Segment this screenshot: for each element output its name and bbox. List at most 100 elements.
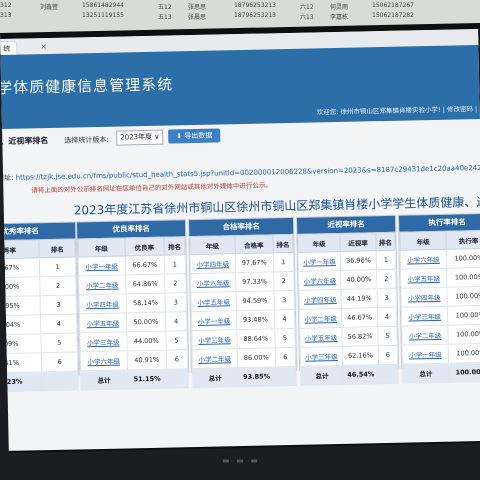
column-header: 年级: [297, 233, 341, 253]
table-cell: 5: [41, 332, 78, 353]
grade-link[interactable]: 小学四年级: [79, 293, 127, 314]
ranking-table: 年级 优良率 排名 小学一年级 66.67% 1 小学二年级 64.86% 2 小学四年级 58.1…: [77, 236, 189, 390]
grade-link[interactable]: 小学四年级: [299, 289, 342, 310]
grade-link[interactable]: 小学一年级: [191, 310, 237, 331]
table-cell: 3: [273, 290, 295, 310]
table-cell: 6: [378, 345, 398, 365]
user-info[interactable]: 欢迎您: 徐州市铜山区郑集镇肖楼实验小学! | 修改密码 | 退: [317, 103, 480, 117]
total-cell: 100.00%: [448, 362, 480, 383]
desk-paper-cell: 李嘉栋: [330, 14, 349, 21]
grade-link[interactable]: 小学二年级: [401, 325, 449, 346]
grade-link[interactable]: 小学三年级: [300, 346, 343, 367]
table-cell: 86.00%: [237, 347, 276, 368]
table-cell: 2: [40, 275, 77, 296]
grade-link[interactable]: 小学二年级: [192, 348, 238, 369]
table-cell: 64.86%: [125, 274, 166, 294]
table-cell: 6: [274, 347, 296, 367]
monitor-logo: ▬ ▬ ▬: [222, 456, 260, 465]
table-cell: 40.00%: [340, 269, 377, 290]
table-row: 小学三年级 44.00% 5: [79, 330, 188, 352]
export-button[interactable]: ⬇ 导出数据: [168, 128, 221, 144]
table-cell: 5: [377, 326, 398, 346]
table-cell: 100.00%: [447, 324, 480, 345]
export-label: 导出数据: [184, 131, 213, 141]
table-cell: 4: [274, 309, 295, 329]
year-select[interactable]: 2023年度 ∨: [116, 129, 164, 146]
grade-link[interactable]: 小学三年级: [79, 331, 127, 352]
table-cell: 66.67%: [124, 255, 165, 275]
panel-title: 执行率排名: [398, 213, 480, 232]
grade-link[interactable]: 小学五年级: [79, 312, 127, 333]
grade-link[interactable]: 小学六年级: [80, 350, 128, 371]
grade-link[interactable]: 小学一年级: [402, 344, 449, 365]
table-cell: 20.00%: [0, 276, 41, 298]
grade-link[interactable]: 小学一年级: [78, 255, 126, 276]
table-cell: 62.16%: [342, 345, 379, 366]
table-row: 小学四年级 100.00%: [400, 286, 480, 308]
table-cell: 36.96%: [340, 250, 377, 271]
ranking-table: 优秀率 排名 26.67% 1 20.00% 2 13.95% 3 13.04% 4 9.09% 5 5…: [0, 238, 79, 393]
desk-paper-cell: 18796253213: [234, 12, 276, 19]
table-cell: 44.00%: [126, 331, 167, 351]
table-row: 小学一年级 93.48% 4: [191, 309, 295, 331]
grade-link[interactable]: 小学三年级: [401, 306, 448, 327]
grade-link[interactable]: 小学四年级: [400, 287, 448, 308]
table-cell: 13.04%: [0, 314, 42, 336]
table-row: 小学二年级 64.86% 2: [78, 273, 187, 295]
table-cell: 56.82%: [341, 326, 379, 347]
table-row: 小学六年级 100.00%: [400, 248, 480, 270]
desk-paper-row: 312 刘鑫萱 15861482944 五12 张思思 18796253213 六12 何灵雨…: [0, 2, 480, 11]
grade-link[interactable]: 小学五年级: [400, 268, 448, 289]
total-cell: 46.54%: [342, 364, 379, 385]
column-header: 优良率: [124, 237, 165, 256]
grade-link[interactable]: 小学五年级: [299, 327, 343, 348]
grade-link[interactable]: 小学六年级: [298, 270, 342, 291]
table-cell: 1: [39, 257, 76, 277]
table-cell: 93.48%: [236, 309, 275, 330]
grade-link[interactable]: 小学二年级: [299, 308, 342, 329]
total-cell: 总计: [80, 369, 128, 390]
grade-link[interactable]: 小学三年级: [191, 329, 238, 350]
desk-paper-cell: 313: [0, 12, 12, 19]
grade-link[interactable]: 小学五年级: [191, 291, 237, 312]
table-cell: 2: [164, 273, 187, 294]
table-cell: 4: [377, 307, 397, 327]
total-cell: 总计: [192, 367, 238, 388]
grade-link[interactable]: 小学六年级: [400, 249, 447, 270]
ranking-panel: 优秀率排名 优秀率 排名 26.67% 1 20.00% 2 13.95% 3 13.04% 4 9.…: [0, 221, 80, 393]
table-cell: 3: [165, 292, 187, 313]
table-cell: 1: [272, 252, 294, 272]
grade-link[interactable]: 小学一年级: [298, 251, 341, 272]
column-header: 年级: [399, 231, 447, 251]
table-cell: 97.67%: [235, 252, 274, 273]
table-cell: 1: [376, 250, 396, 270]
table-cell: 4: [165, 311, 187, 332]
table-row: 小学五年级 50.00% 4: [79, 311, 187, 333]
table-row: 小学六年级 40.91% 6: [80, 349, 188, 371]
total-cell: 总计: [402, 363, 450, 384]
tab-close-icon[interactable]: ×: [40, 40, 47, 54]
table-row: 13.04% 4: [0, 313, 77, 336]
total-row: 总计 100.00%: [402, 362, 480, 384]
system-title: 学体质健康信息管理系统: [0, 75, 174, 98]
table-cell: 40.91%: [126, 350, 167, 370]
browser-window: 统 × 学体质健康信息管理系统 欢迎您: 徐州市铜山区郑集镇肖楼实验小学! | …: [0, 29, 480, 451]
column-header: 合格率: [234, 234, 273, 254]
table-cell: 5: [274, 328, 296, 348]
ranking-panel: 执行率排名 年级 执行率 小学六年级 100.00% 小学五年级 100.00% 小学四年级 1…: [397, 212, 480, 384]
table-row: 26.67% 1: [0, 257, 76, 279]
table-cell: 88.64%: [236, 328, 275, 349]
table-row: 小学一年级 66.67% 1: [78, 254, 186, 276]
grade-link[interactable]: 小学六年级: [190, 272, 236, 293]
total-row: 总计 46.54%: [300, 364, 398, 386]
table-row: 小学五年级 100.00%: [400, 267, 480, 289]
grade-link[interactable]: 小学二年级: [78, 274, 126, 295]
table-cell: 100.00%: [448, 343, 480, 364]
desk-paper-cell: 六13: [300, 14, 314, 21]
table-cell: 5.41%: [0, 352, 43, 374]
table-row: 小学六年级 40.00% 2: [298, 269, 396, 291]
export-icon: ⬇: [176, 132, 185, 141]
url-prefix: 网址:: [0, 173, 14, 183]
grade-link[interactable]: 小学四年级: [190, 253, 236, 274]
column-header: 优秀率: [0, 239, 40, 260]
